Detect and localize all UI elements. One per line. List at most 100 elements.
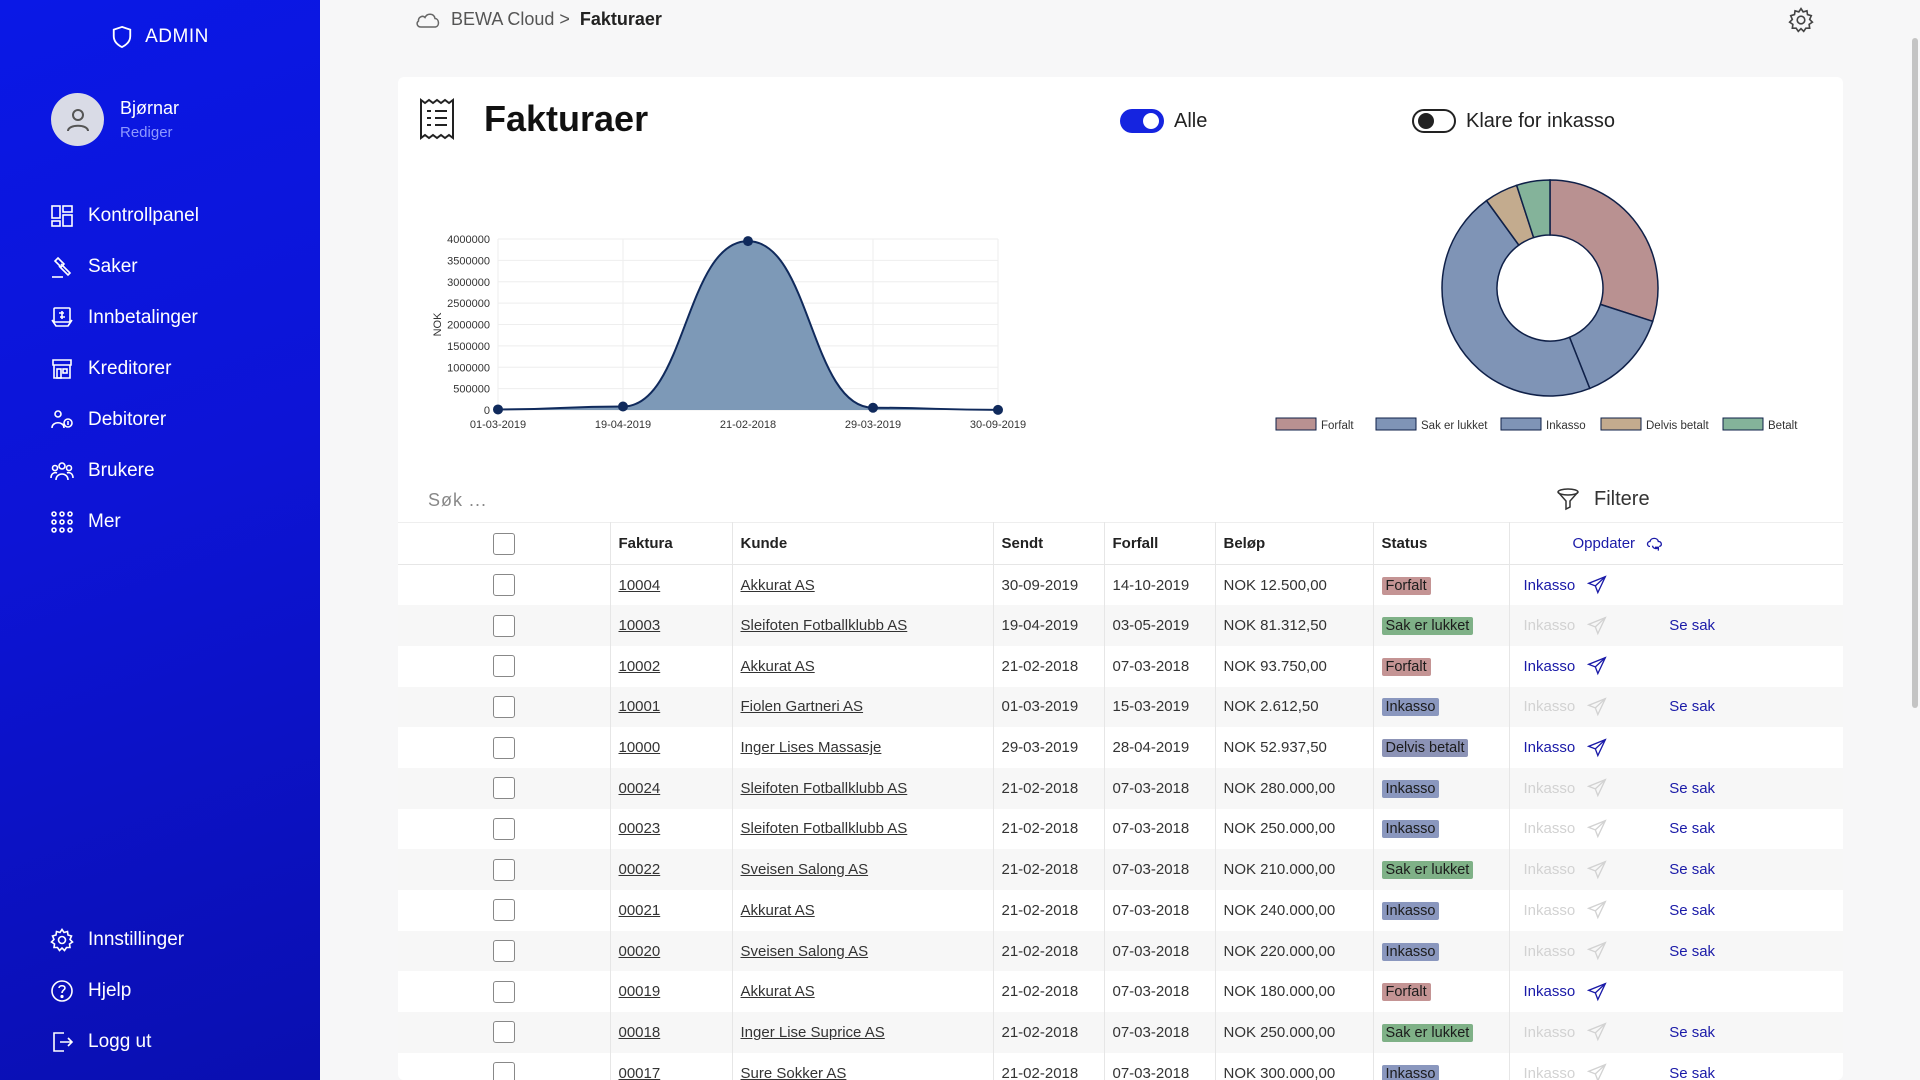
table-row[interactable]: 00020 Sveisen Salong AS 21-02-2018 07-03-20… (398, 930, 1843, 972)
row-checkbox[interactable] (492, 574, 515, 597)
row-checkbox[interactable] (492, 655, 515, 678)
filter-button[interactable]: Filtere (1556, 487, 1650, 511)
se-sak-link[interactable]: Se sak (1669, 698, 1715, 715)
row-checkbox[interactable] (492, 980, 515, 1003)
row-checkbox[interactable] (492, 614, 515, 637)
gear-icon[interactable] (1788, 7, 1814, 33)
kunde-link[interactable]: Sure Sokker AS (741, 1065, 847, 1080)
nav-item-logg-ut[interactable]: Logg ut (50, 1016, 184, 1067)
actions-cell: Inkasso Se sak (1509, 930, 1843, 972)
row-checkbox[interactable] (492, 899, 515, 922)
table-row[interactable]: 00018 Inger Lise Suprice AS 21-02-2018 07-0… (398, 1012, 1843, 1053)
se-sak-link[interactable]: Se sak (1669, 943, 1715, 960)
toggle-switch-on[interactable] (1120, 109, 1164, 133)
kunde-link[interactable]: Inger Lise Suprice AS (741, 1024, 885, 1041)
toggle-ready[interactable]: Klare for inkasso (1412, 109, 1615, 133)
faktura-link[interactable]: 00022 (619, 861, 661, 878)
row-checkbox[interactable] (492, 940, 515, 963)
row-checkbox[interactable] (492, 736, 515, 759)
nav-item-debitorer[interactable]: Debitorer (50, 394, 199, 445)
row-checkbox[interactable] (492, 1062, 515, 1080)
nav-item-hjelp[interactable]: Hjelp (50, 965, 184, 1016)
table-row[interactable]: 10002 Akkurat AS 21-02-2018 07-03-2018 NOK 9… (398, 645, 1843, 687)
inkasso-button[interactable]: Inkasso (1524, 656, 1608, 676)
kunde-link[interactable]: Akkurat AS (741, 902, 815, 919)
table-row[interactable]: 00023 Sleifoten Fotballklubb AS 21-02-2018… (398, 808, 1843, 850)
header-status[interactable]: Status (1373, 522, 1510, 565)
table-row[interactable]: 10003 Sleifoten Fotballklubb AS 19-04-2019… (398, 605, 1843, 646)
kunde-link[interactable]: Akkurat AS (741, 577, 815, 594)
se-sak-link[interactable]: Se sak (1669, 1024, 1715, 1041)
breadcrumb-root[interactable]: BEWA Cloud > (451, 9, 570, 30)
faktura-link[interactable]: 10004 (619, 577, 661, 594)
kunde-link[interactable]: Sveisen Salong AS (741, 943, 869, 960)
faktura-link[interactable]: 00017 (619, 1065, 661, 1080)
faktura-link[interactable]: 00023 (619, 820, 661, 837)
inkasso-button[interactable]: Inkasso (1524, 738, 1608, 758)
se-sak-link[interactable]: Se sak (1669, 820, 1715, 837)
header-faktura[interactable]: Faktura (610, 522, 733, 565)
header-belop[interactable]: Beløp (1215, 522, 1374, 565)
table-row[interactable]: 00019 Akkurat AS 21-02-2018 07-03-2018 NOK 1… (398, 971, 1843, 1013)
faktura-link[interactable]: 00019 (619, 983, 661, 1000)
nav-item-kontrollpanel[interactable]: Kontrollpanel (50, 190, 199, 241)
refresh-icon (1646, 537, 1662, 551)
table-row[interactable]: 00017 Sure Sokker AS 21-02-2018 07-03-2018 N… (398, 1052, 1843, 1080)
toggle-all[interactable]: Alle (1120, 109, 1207, 133)
kunde-link[interactable]: Fiolen Gartneri AS (741, 698, 864, 715)
kunde-link[interactable]: Inger Lises Massasje (741, 739, 882, 756)
kunde-link[interactable]: Sveisen Salong AS (741, 861, 869, 878)
table-row[interactable]: 00021 Akkurat AS 21-02-2018 07-03-2018 NOK 2… (398, 890, 1843, 931)
user-profile[interactable]: Bjørnar Rediger (51, 93, 179, 146)
select-all-checkbox[interactable] (492, 532, 515, 555)
se-sak-link[interactable]: Se sak (1669, 1065, 1715, 1080)
toggle-switch-off[interactable] (1412, 109, 1456, 133)
faktura-link[interactable]: 10000 (619, 739, 661, 756)
kunde-link[interactable]: Akkurat AS (741, 983, 815, 1000)
edit-profile-link[interactable]: Rediger (120, 124, 179, 141)
search-input[interactable]: Søk ... (428, 490, 487, 511)
y-tick-label: 3500000 (447, 255, 490, 267)
nav-item-innstillinger[interactable]: Innstillinger (50, 914, 184, 965)
faktura-link[interactable]: 00020 (619, 943, 661, 960)
table-row[interactable]: 10001 Fiolen Gartneri AS 01-03-2019 15-03-2… (398, 686, 1843, 728)
table-row[interactable]: 10004 Akkurat AS 30-09-2019 14-10-2019 NOK 1… (398, 564, 1843, 606)
forfall-cell: 07-03-2018 (1104, 767, 1216, 809)
se-sak-link[interactable]: Se sak (1669, 861, 1715, 878)
nav-item-saker[interactable]: Saker (50, 241, 199, 292)
row-checkbox[interactable] (492, 817, 515, 840)
faktura-link[interactable]: 00024 (619, 780, 661, 797)
faktura-link[interactable]: 10001 (619, 698, 661, 715)
kunde-link[interactable]: Sleifoten Fotballklubb AS (741, 617, 908, 634)
nav-item-mer[interactable]: Mer (50, 496, 199, 547)
row-checkbox[interactable] (492, 858, 515, 881)
table-row[interactable]: 00024 Sleifoten Fotballklubb AS 21-02-2018… (398, 767, 1843, 809)
kunde-link[interactable]: Akkurat AS (741, 658, 815, 675)
nav-item-kreditorer[interactable]: Kreditorer (50, 343, 199, 394)
scrollbar[interactable] (1912, 38, 1918, 708)
nav-item-brukere[interactable]: Brukere (50, 445, 199, 496)
row-checkbox[interactable] (492, 777, 515, 800)
avatar[interactable] (51, 93, 104, 146)
kunde-link[interactable]: Sleifoten Fotballklubb AS (741, 780, 908, 797)
table-row[interactable]: 10000 Inger Lises Massasje 29-03-2019 28-04… (398, 727, 1843, 768)
se-sak-link[interactable]: Se sak (1669, 617, 1715, 634)
forfall-cell: 07-03-2018 (1104, 930, 1216, 972)
kunde-link[interactable]: Sleifoten Fotballklubb AS (741, 820, 908, 837)
faktura-link[interactable]: 00021 (619, 902, 661, 919)
nav-item-innbetalinger[interactable]: Innbetalinger (50, 292, 199, 343)
header-sendt[interactable]: Sendt (993, 522, 1105, 565)
row-checkbox[interactable] (492, 1021, 515, 1044)
se-sak-link[interactable]: Se sak (1669, 902, 1715, 919)
table-row[interactable]: 00022 Sveisen Salong AS 21-02-2018 07-03-20… (398, 849, 1843, 890)
faktura-link[interactable]: 10002 (619, 658, 661, 675)
refresh-button[interactable]: Oppdater (1573, 534, 1666, 554)
faktura-link[interactable]: 00018 (619, 1024, 661, 1041)
se-sak-link[interactable]: Se sak (1669, 780, 1715, 797)
row-checkbox[interactable] (492, 695, 515, 718)
header-kunde[interactable]: Kunde (732, 522, 994, 565)
header-forfall[interactable]: Forfall (1104, 522, 1216, 565)
inkasso-button[interactable]: Inkasso (1524, 575, 1608, 595)
faktura-link[interactable]: 10003 (619, 617, 661, 634)
inkasso-button[interactable]: Inkasso (1524, 982, 1608, 1002)
